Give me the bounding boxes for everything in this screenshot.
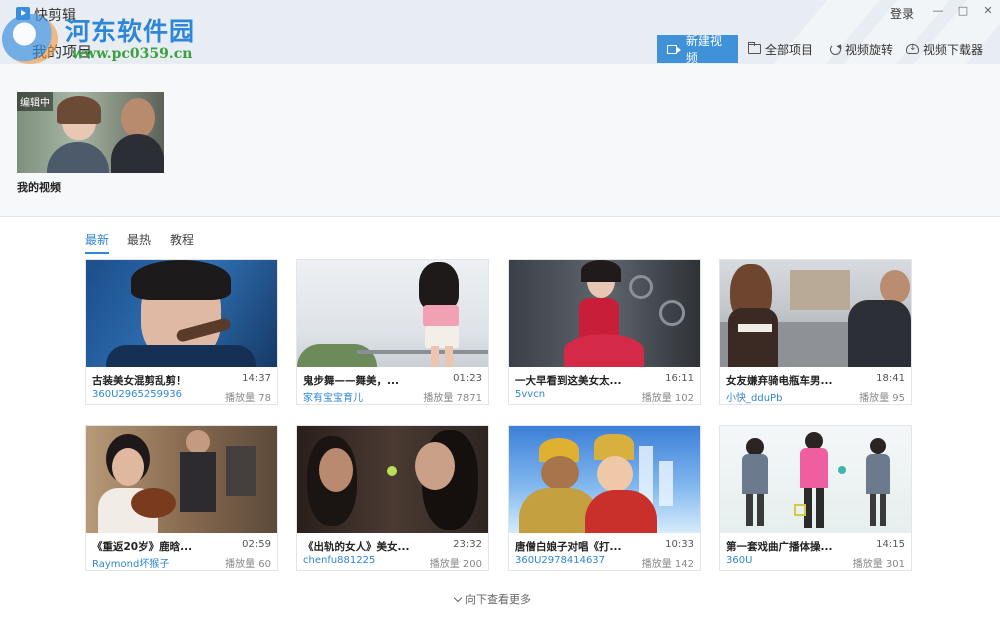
video-card[interactable]: 唐僧白娘子对唱《打... 10:33 360U2978414637 播放量 14…	[508, 425, 701, 571]
folder-icon	[748, 42, 761, 54]
video-plays: 播放量 95	[859, 393, 905, 404]
video-duration: 23:32	[453, 539, 482, 550]
chevron-down-icon	[453, 593, 463, 602]
video-card[interactable]: 古装美女混剪乱剪！ 14:37 360U2965259936 播放量 78	[85, 259, 278, 405]
video-plays: 播放量 7871	[423, 393, 482, 404]
video-downloader-button[interactable]: 视频下载器	[906, 35, 983, 63]
video-duration: 14:37	[242, 373, 271, 384]
projects-area: 编辑中 我的视频	[0, 64, 1000, 217]
all-projects-label: 全部项目	[765, 42, 814, 57]
video-plays: 播放量 142	[641, 559, 694, 570]
tab-hottest[interactable]: 最热	[127, 231, 151, 252]
watermark-text: 河东软件园	[65, 17, 196, 46]
minimize-button[interactable]: —	[930, 4, 946, 18]
video-title: 《出轨的女人》美女...	[303, 541, 410, 553]
video-plays: 播放量 200	[429, 559, 482, 570]
video-plays: 播放量 60	[225, 559, 271, 570]
new-video-label: 新建视频	[685, 34, 722, 65]
video-rotate-label: 视频旋转	[845, 42, 894, 57]
video-card[interactable]: 鬼步舞——舞美，... 01:23 家有宝宝育儿 播放量 7871	[296, 259, 489, 405]
video-card[interactable]: www.niks o.NET 一大早看到这美女太... 16:11 5vvcn …	[508, 259, 1000, 587]
video-duration: 16:11	[665, 373, 694, 384]
video-title: 第一套戏曲广播体操...	[726, 541, 833, 553]
video-card[interactable]: 《重返20岁》鹿晗... 02:59 Raymond坏猴子 播放量 60	[85, 425, 278, 571]
video-thumbnail	[509, 260, 700, 367]
login-link[interactable]: 登录	[890, 5, 914, 22]
load-more-button[interactable]: 向下查看更多	[453, 591, 531, 607]
tab-latest[interactable]: 最新	[85, 231, 110, 254]
all-projects-button[interactable]: 全部项目	[748, 35, 813, 63]
video-author[interactable]: 360U2978414637	[515, 555, 605, 566]
watermark-url: www.pc0359.cn	[72, 46, 193, 62]
video-author[interactable]: chenfu881225	[303, 555, 375, 566]
video-card[interactable]: 《出轨的女人》美女... 23:32 chenfu881225 播放量 200	[296, 425, 489, 571]
video-author[interactable]: 小快_dduPb	[726, 389, 782, 404]
video-author[interactable]: 家有宝宝育儿	[303, 389, 363, 404]
video-duration: 18:41	[876, 373, 905, 384]
maximize-button[interactable]: □	[955, 4, 971, 18]
video-title: 鬼步舞——舞美，...	[303, 375, 399, 387]
video-duration: 02:59	[242, 539, 271, 550]
video-plays: 播放量 78	[225, 393, 271, 404]
watermark-logo-icon	[2, 14, 58, 64]
video-thumbnail	[86, 260, 277, 367]
video-author[interactable]: 360U2965259936	[92, 389, 182, 400]
load-more-label: 向下查看更多	[465, 593, 531, 606]
video-thumbnail	[509, 426, 700, 533]
video-plays: 播放量 102	[641, 393, 694, 404]
video-thumbnail	[86, 426, 277, 533]
editing-badge: 编辑中	[17, 92, 53, 111]
video-title: 古装美女混剪乱剪！	[92, 375, 187, 387]
video-duration: 01:23	[453, 373, 482, 384]
close-button[interactable]: ✕	[980, 4, 996, 18]
video-duration: 14:15	[876, 539, 905, 550]
video-card[interactable]: 第一套戏曲广播体操... 14:15 360U 播放量 301	[719, 425, 912, 571]
overlay-watermark: www.niks o.NET	[941, 557, 1000, 587]
video-title: 《重返20岁》鹿晗...	[92, 541, 193, 553]
project-name[interactable]: 我的视频	[17, 179, 61, 195]
video-thumbnail	[720, 426, 911, 533]
video-thumbnail	[720, 260, 911, 367]
video-thumbnail	[297, 426, 488, 533]
video-rotate-button[interactable]: 视频旋转	[830, 35, 893, 63]
rotate-icon	[830, 43, 841, 55]
video-author[interactable]: 5vvcn	[515, 389, 545, 400]
project-thumbnail[interactable]: 编辑中	[17, 92, 164, 173]
video-plays: 播放量 301	[852, 559, 905, 570]
video-author[interactable]: Raymond坏猴子	[92, 555, 169, 570]
video-camera-icon	[667, 44, 681, 54]
new-video-button[interactable]: 新建视频	[657, 34, 738, 65]
video-duration: 10:33	[665, 539, 694, 550]
video-card[interactable]: 女友嫌弃骑电瓶车男... 18:41 小快_dduPb 播放量 95	[719, 259, 912, 405]
video-title: 一大早看到这美女太...	[515, 375, 622, 387]
video-title: 唐僧白娘子对唱《打...	[515, 541, 622, 553]
tab-tutorial[interactable]: 教程	[170, 231, 194, 252]
video-title: 女友嫌弃骑电瓶车男...	[726, 375, 833, 387]
video-thumbnail	[297, 260, 488, 367]
video-author[interactable]: 360U	[726, 555, 752, 566]
cloud-download-icon	[906, 43, 919, 54]
video-downloader-label: 视频下载器	[923, 42, 984, 57]
